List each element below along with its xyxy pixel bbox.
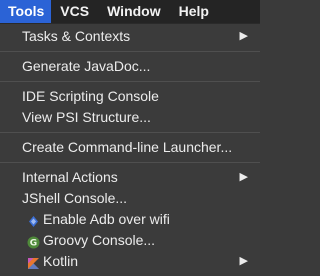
kotlin-icon — [27, 255, 40, 269]
menu-item-generate-javadoc[interactable]: Generate JavaDoc... — [0, 56, 260, 77]
menubar-window[interactable]: Window — [98, 0, 170, 23]
menu-item-kotlin[interactable]: Kotlin ▶ — [0, 251, 260, 272]
menu-separator — [0, 132, 260, 133]
menu-item-view-psi-structure[interactable]: View PSI Structure... — [0, 107, 260, 128]
menu-item-groovy-console[interactable]: G Groovy Console... — [0, 230, 260, 251]
submenu-arrow-icon: ▶ — [239, 255, 248, 267]
menu-item-label: Generate JavaDoc... — [22, 58, 151, 74]
menu-item-ide-scripting-console[interactable]: IDE Scripting Console — [0, 86, 260, 107]
menu-separator — [0, 81, 260, 82]
menu-item-jshell-console[interactable]: JShell Console... — [0, 188, 260, 209]
menu-separator — [0, 51, 260, 52]
menubar-tools[interactable]: Tools — [0, 0, 52, 23]
menu-item-label: Groovy Console... — [43, 232, 156, 248]
menu-item-label: Create Command-line Launcher... — [22, 139, 233, 155]
menubar-vcs[interactable]: VCS — [51, 0, 98, 23]
svg-text:G: G — [30, 239, 37, 249]
menubar-help[interactable]: Help — [170, 0, 218, 23]
menu-item-label: Internal Actions — [22, 169, 118, 185]
menu-separator — [0, 162, 260, 163]
groovy-icon: G — [27, 234, 40, 249]
menu-item-label: Enable Adb over wifi — [43, 211, 170, 227]
menu-item-label: JShell Console... — [22, 190, 128, 206]
menu-item-label: IDE Scripting Console — [22, 88, 159, 104]
menu-item-label: Tasks & Contexts — [22, 28, 131, 44]
menu-item-enable-adb-over-wifi[interactable]: Enable Adb over wifi — [0, 209, 260, 230]
menu-bar: Tools VCS Window Help — [0, 0, 260, 23]
menu-item-label: View PSI Structure... — [22, 109, 151, 125]
submenu-arrow-icon: ▶ — [239, 171, 248, 183]
menu-item-internal-actions[interactable]: Internal Actions ▶ — [0, 167, 260, 188]
submenu-arrow-icon: ▶ — [239, 30, 248, 42]
menu-item-tasks-contexts[interactable]: Tasks & Contexts ▶ — [0, 26, 260, 47]
menu-item-label: Kotlin — [43, 253, 79, 269]
menu-item-create-command-line-launcher[interactable]: Create Command-line Launcher... — [0, 137, 260, 158]
adb-icon — [27, 213, 40, 227]
tools-dropdown-menu: Tasks & Contexts ▶ Generate JavaDoc... I… — [0, 23, 260, 273]
